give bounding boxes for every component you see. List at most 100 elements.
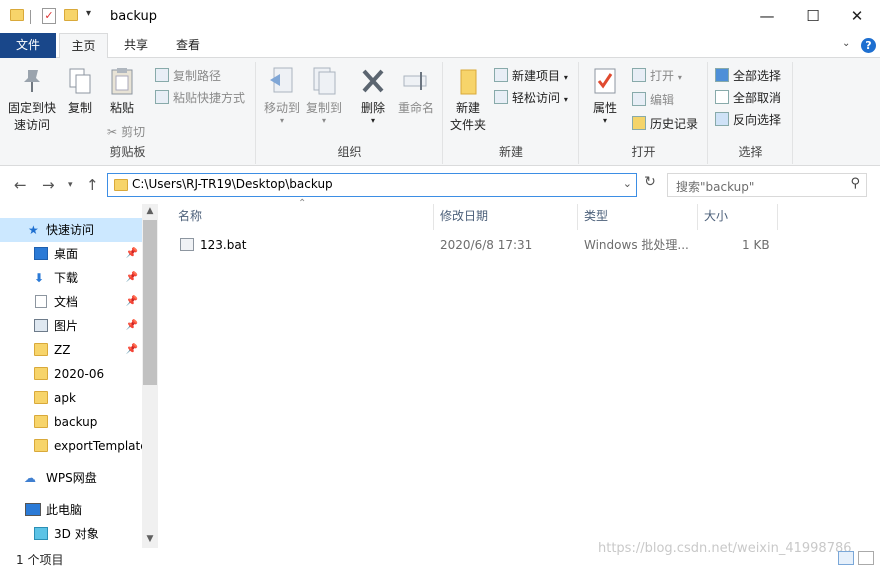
nav-item-label: 2020-06 — [54, 367, 105, 381]
column-header-type[interactable]: 类型 — [578, 204, 698, 230]
maximize-button[interactable]: ☐ — [790, 0, 836, 33]
up-arrow-icon[interactable]: ↑ — [86, 176, 99, 194]
nav-item-downloads[interactable]: ⬇ 下载 📌 — [0, 266, 142, 290]
properties-button[interactable]: 属性 ▾ — [588, 66, 622, 125]
ribbon: 固定到快 速访问 复制 粘贴 复制路径 粘贴快捷方式 ✂ 剪切 剪贴板 移动到 ▾ — [0, 58, 880, 166]
recent-locations-icon[interactable]: ▾ — [68, 180, 73, 190]
nav-scrollbar[interactable]: ▲ ▼ — [142, 204, 158, 548]
nav-quick-access[interactable]: ★ 快速访问 — [0, 218, 142, 242]
cube-icon — [34, 527, 48, 540]
folder-icon — [34, 367, 48, 380]
tab-file[interactable]: 文件 — [0, 33, 56, 58]
address-folder-icon — [114, 179, 128, 191]
nav-item-backup[interactable]: backup — [0, 410, 142, 434]
cut-button[interactable]: ✂ 剪切 — [107, 122, 145, 142]
file-name: 123.bat — [200, 238, 247, 252]
open-group: 属性 ▾ 打开 ▾ 编辑 历史记录 打开 — [580, 62, 708, 164]
easy-access-button[interactable]: 轻松访问 ▾ — [494, 88, 568, 108]
history-button[interactable]: 历史记录 — [632, 114, 698, 134]
file-modified: 2020/6/8 17:31 — [440, 238, 533, 252]
pin-icon[interactable]: 📌 — [126, 266, 138, 290]
copy-to-icon — [310, 66, 338, 96]
tab-share[interactable]: 共享 — [112, 33, 160, 58]
minimize-button[interactable]: — — [744, 0, 790, 33]
copy-button[interactable]: 复制 — [62, 66, 98, 117]
scroll-up-icon[interactable]: ▲ — [142, 206, 158, 216]
new-item-button[interactable]: 新建项目 ▾ — [494, 66, 568, 86]
scrollbar-thumb[interactable] — [143, 220, 157, 385]
open-label: 打开 — [650, 69, 675, 83]
document-icon — [35, 295, 47, 308]
cut-label: 剪切 — [121, 125, 146, 139]
rename-button[interactable]: 重命名 — [393, 66, 439, 117]
pin-icon[interactable]: 📌 — [126, 338, 138, 362]
copy-path-button[interactable]: 复制路径 — [155, 66, 221, 86]
forward-arrow-icon[interactable]: → — [42, 176, 55, 194]
search-input[interactable]: 搜索"backup" ⚲ — [667, 173, 867, 197]
select-none-button[interactable]: 全部取消 — [715, 88, 781, 108]
nav-item-pictures[interactable]: 图片 📌 — [0, 314, 142, 338]
paste-shortcut-button[interactable]: 粘贴快捷方式 — [155, 88, 245, 108]
nav-item-label: 桌面 — [54, 247, 79, 261]
address-bar[interactable]: C:\Users\RJ-TR19\Desktop\backup ⌄ — [107, 173, 637, 197]
refresh-icon[interactable]: ↻ — [640, 174, 660, 196]
nav-this-pc[interactable]: 此电脑 — [0, 498, 142, 522]
edit-button[interactable]: 编辑 — [632, 90, 674, 110]
select-none-icon — [715, 90, 729, 104]
properties-quick-icon[interactable]: ✓ — [42, 8, 56, 24]
move-to-button[interactable]: 移动到 ▾ — [261, 66, 303, 125]
nav-item-label: 下载 — [54, 271, 79, 285]
search-icon[interactable]: ⚲ — [850, 176, 860, 191]
delete-button[interactable]: 删除 ▾ — [357, 66, 389, 125]
ribbon-tabs: 文件 主页 共享 查看 ⌄ ? — [0, 33, 880, 59]
nav-item-exporttemplate[interactable]: exportTemplate — [0, 434, 142, 458]
new-item-dropdown-icon: ▾ — [563, 73, 568, 82]
desktop-icon — [34, 247, 48, 260]
tab-home[interactable]: 主页 — [59, 33, 108, 59]
back-arrow-icon[interactable]: ← — [14, 176, 27, 194]
pin-icon[interactable]: 📌 — [126, 314, 138, 338]
column-header-size[interactable]: 大小 — [698, 204, 778, 230]
pin-quick-access-button[interactable]: 固定到快 速访问 — [4, 66, 60, 134]
folder-icon — [34, 415, 48, 428]
customize-toolbar-icon[interactable]: ▾ — [86, 8, 91, 19]
open-button[interactable]: 打开 ▾ — [632, 66, 682, 86]
new-folder-quick-icon[interactable] — [64, 9, 78, 21]
divider — [30, 10, 31, 24]
search-placeholder: 搜索"backup" — [676, 180, 755, 194]
nav-item-zz[interactable]: ZZ 📌 — [0, 338, 142, 362]
tab-view[interactable]: 查看 — [164, 33, 212, 58]
column-header-name[interactable]: 名称 — [172, 204, 434, 230]
new-folder-button[interactable]: 新建 文件夹 — [448, 66, 488, 134]
scissors-icon: ✂ — [107, 125, 118, 139]
move-to-dropdown-icon: ▾ — [279, 116, 284, 125]
invert-selection-button[interactable]: 反向选择 — [715, 110, 781, 130]
pin-icon[interactable]: 📌 — [126, 290, 138, 314]
paste-button[interactable]: 粘贴 — [104, 66, 140, 117]
select-all-button[interactable]: 全部选择 — [715, 66, 781, 86]
details-view-icon[interactable] — [838, 551, 854, 565]
expand-ribbon-icon[interactable]: ⌄ — [842, 38, 850, 49]
pin-icon[interactable]: 📌 — [126, 242, 138, 266]
nav-wps-drive[interactable]: ☁ WPS网盘 — [0, 466, 142, 490]
nav-item-apk[interactable]: apk — [0, 386, 142, 410]
large-icons-view-icon[interactable] — [858, 551, 874, 565]
close-button[interactable]: ✕ — [834, 0, 880, 33]
nav-3d-objects[interactable]: 3D 对象 — [0, 522, 142, 546]
nav-item-desktop[interactable]: 桌面 📌 — [0, 242, 142, 266]
move-to-icon — [268, 66, 296, 96]
address-dropdown-icon[interactable]: ⌄ — [623, 177, 632, 190]
address-path[interactable]: C:\Users\RJ-TR19\Desktop\backup — [132, 177, 333, 191]
properties-dropdown-icon: ▾ — [602, 116, 607, 125]
column-header-modified[interactable]: 修改日期 — [434, 204, 578, 230]
table-row[interactable]: 123.bat 2020/6/8 17:31 Windows 批处理... 1 … — [158, 234, 880, 256]
clipboard-group-label: 剪贴板 — [109, 145, 146, 159]
nav-item-documents[interactable]: 文档 📌 — [0, 290, 142, 314]
nav-item-2020-06[interactable]: 2020-06 — [0, 362, 142, 386]
download-icon: ⬇ — [34, 271, 45, 285]
nav-3d-objects-label: 3D 对象 — [54, 527, 99, 541]
folder-icon — [34, 391, 48, 404]
copy-to-button[interactable]: 复制到 ▾ — [303, 66, 345, 125]
scroll-down-icon[interactable]: ▼ — [142, 534, 158, 544]
help-icon[interactable]: ? — [861, 38, 876, 53]
